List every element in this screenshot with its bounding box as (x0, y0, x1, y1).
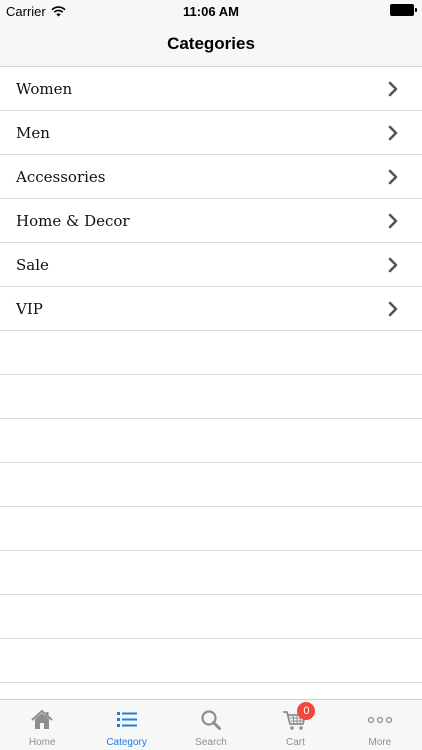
magnifier-icon (201, 710, 222, 730)
battery-icon (390, 4, 417, 16)
category-list: Women Men Accessories Home & Decor Sale … (0, 67, 422, 683)
category-row-vip[interactable]: VIP (0, 287, 422, 331)
navigation-bar: Categories (0, 22, 422, 67)
category-label: VIP (16, 300, 43, 318)
ellipsis-icon (367, 716, 392, 724)
category-label: Home & Decor (16, 212, 130, 230)
empty-row (0, 419, 422, 463)
chevron-right-icon (388, 125, 398, 141)
page-title: Categories (167, 34, 255, 53)
tab-more[interactable]: More (338, 700, 422, 750)
tab-label: Home (28, 737, 56, 748)
category-label: Accessories (16, 168, 106, 186)
status-bar: Carrier 11:06 AM (0, 0, 422, 22)
cart-badge: 0 (297, 702, 316, 720)
category-label: Men (16, 124, 50, 142)
list-icon (116, 712, 137, 727)
empty-row (0, 551, 422, 595)
house-icon (31, 710, 53, 729)
empty-row (0, 463, 422, 507)
status-time: 11:06 AM (183, 4, 239, 19)
category-label: Women (16, 80, 73, 98)
status-right (390, 4, 417, 16)
tab-category[interactable]: Category (84, 700, 168, 750)
tab-label: Cart (285, 737, 305, 748)
chevron-right-icon (388, 257, 398, 273)
chevron-right-icon (388, 81, 398, 97)
tab-label: Category (106, 737, 147, 748)
tab-bar: Home Category Search 0 Cart More (0, 699, 422, 750)
category-row-accessories[interactable]: Accessories (0, 155, 422, 199)
empty-row (0, 639, 422, 683)
chevron-right-icon (388, 213, 398, 229)
category-row-women[interactable]: Women (0, 67, 422, 111)
chevron-right-icon (388, 169, 398, 185)
chevron-right-icon (388, 301, 398, 317)
category-row-home-decor[interactable]: Home & Decor (0, 199, 422, 243)
tab-search[interactable]: Search (169, 700, 253, 750)
tab-label: Search (195, 737, 227, 748)
category-label: Sale (16, 256, 49, 274)
tab-home[interactable]: Home (0, 700, 84, 750)
empty-row (0, 375, 422, 419)
tab-label: More (368, 737, 392, 748)
empty-row (0, 331, 422, 375)
tab-cart[interactable]: 0 Cart (253, 700, 337, 750)
category-row-sale[interactable]: Sale (0, 243, 422, 287)
empty-row (0, 595, 422, 639)
empty-row (0, 507, 422, 551)
category-row-men[interactable]: Men (0, 111, 422, 155)
